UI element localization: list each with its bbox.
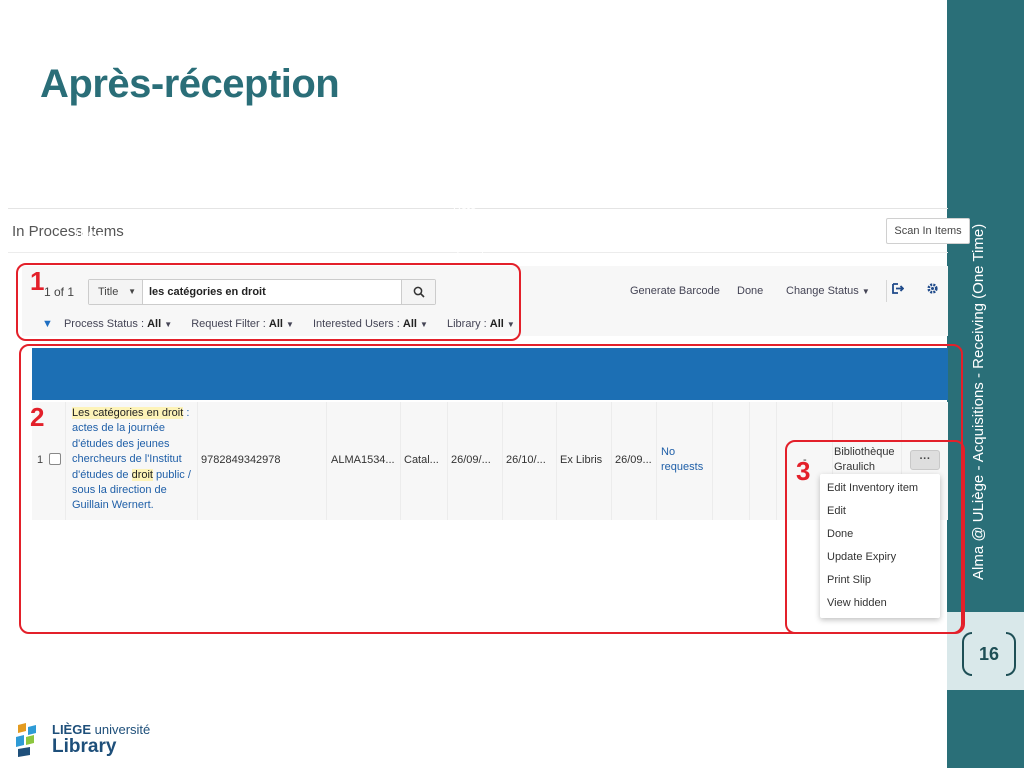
column-header-end-of-activity[interactable]: End of Activity	[508, 208, 546, 260]
column-header-date-received[interactable]: Date received a departmei	[453, 208, 503, 260]
slide-title: Après-réception	[40, 62, 340, 106]
logo-text-thin: université	[91, 722, 151, 737]
page-number-value: 16	[978, 644, 1000, 664]
divider	[886, 280, 887, 302]
sort-icon[interactable]: ⇕	[545, 208, 557, 260]
change-status-dropdown[interactable]: Change Status ▼	[786, 285, 870, 297]
column-header-note[interactable]: Note	[755, 208, 776, 260]
bracket-left-icon	[962, 632, 972, 676]
annotation-box-1	[16, 263, 521, 341]
column-header-status[interactable]: Status	[406, 208, 436, 260]
export-icon[interactable]	[888, 282, 906, 300]
column-header-cancel[interactable]: Cance	[718, 208, 750, 260]
bracket-right-icon	[1006, 632, 1016, 676]
column-header-library[interactable]: Library	[837, 208, 897, 260]
logo-mark-icon	[16, 723, 36, 757]
logo-line2: Library	[52, 736, 117, 757]
annotation-box-3	[785, 440, 965, 634]
scan-in-items-button[interactable]: Scan In Items	[886, 218, 970, 244]
generate-barcode-link[interactable]: Generate Barcode	[630, 285, 720, 297]
column-header-modification-date[interactable]: Modifica Date	[618, 208, 658, 260]
column-header-barcode[interactable]: Barcode	[333, 208, 399, 260]
logo-line1: LIÈGE université	[52, 722, 150, 737]
change-status-label: Change Status	[786, 285, 859, 297]
done-link[interactable]: Done	[737, 285, 763, 297]
page-number: 16	[962, 632, 1016, 676]
annotation-number-2: 2	[30, 402, 45, 432]
column-header-requests[interactable]: Requests	[663, 208, 717, 260]
column-header-modified-by[interactable]: Modified By	[563, 208, 611, 260]
column-header-identifier[interactable]: Identifier	[203, 208, 323, 260]
column-header-title[interactable]: Title ▴	[74, 208, 194, 260]
annotation-number-3: 3	[796, 456, 811, 486]
gear-icon[interactable]	[923, 282, 941, 300]
logo-text-bold: LIÈGE	[52, 722, 92, 737]
column-header-interested-users[interactable]: Interested Users	[782, 208, 836, 260]
annotation-number-1: 1	[30, 266, 45, 296]
side-caption: Alma @ ULiège - Acquisitions - Receiving…	[970, 223, 987, 580]
sort-icon[interactable]: ⇕	[435, 208, 447, 260]
caret-down-icon: ▼	[861, 287, 870, 296]
slide: Après-réception Alma @ ULiège - Acquisit…	[0, 0, 1024, 768]
